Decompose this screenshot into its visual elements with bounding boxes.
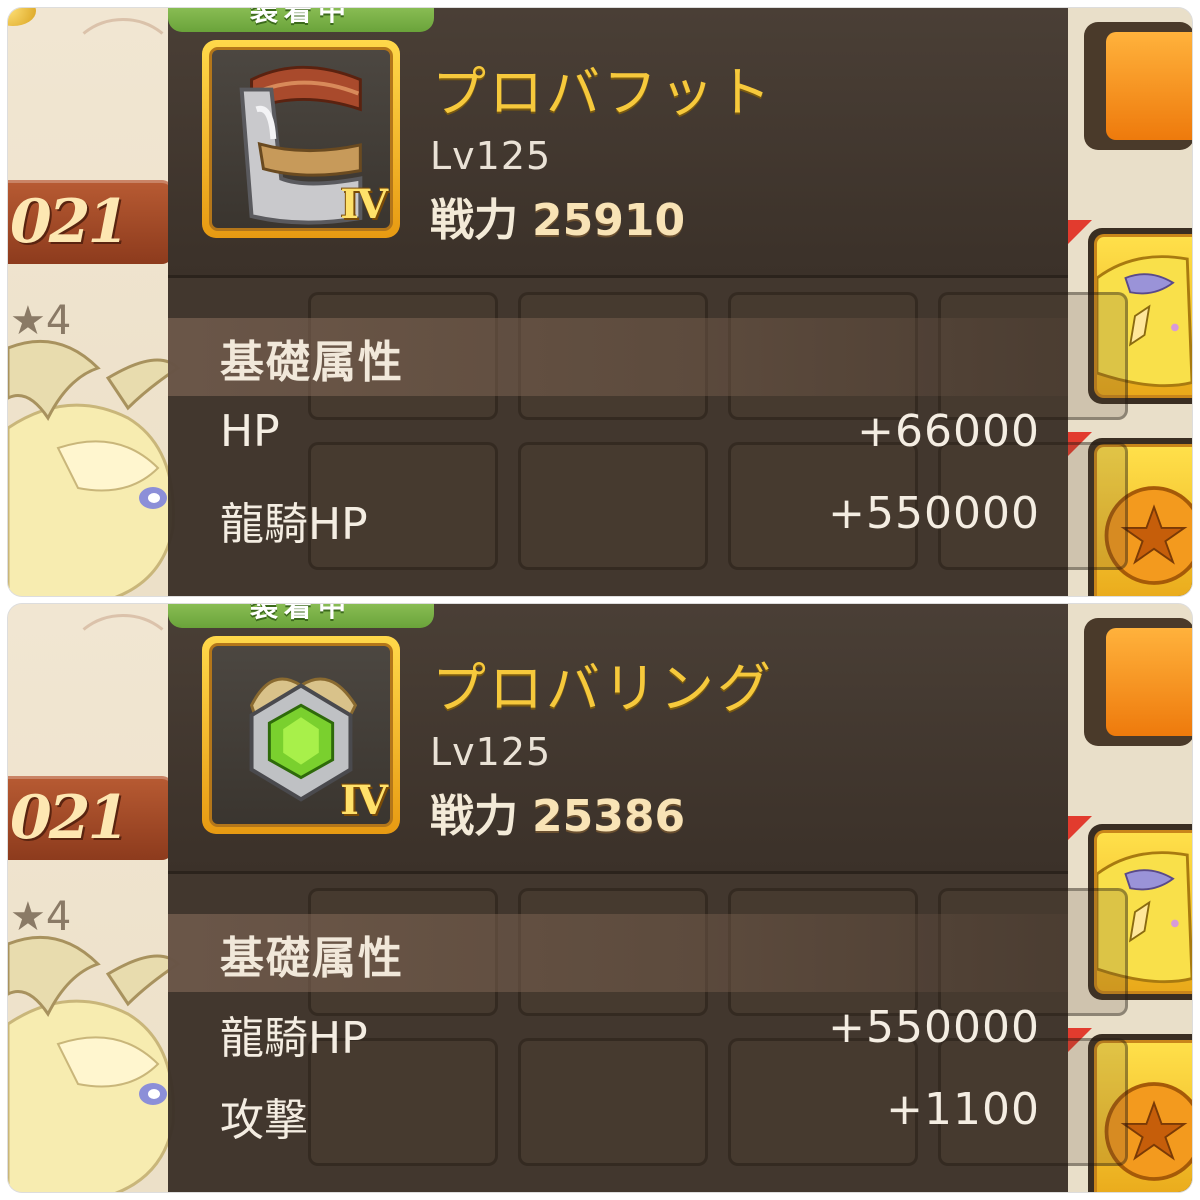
dragon-creature-icon <box>8 339 181 596</box>
stat-value: +550000 <box>828 1002 1040 1053</box>
section-title: 基礎属性 <box>220 337 404 388</box>
item-name: プロバリング <box>432 657 774 720</box>
power-value: 25386 <box>532 791 686 842</box>
power-row: 戦力 25386 <box>430 780 685 844</box>
item-level: Lv125 <box>430 134 552 178</box>
item-name: プロバフット <box>432 61 774 124</box>
orange-side-button[interactable] <box>1084 618 1192 746</box>
stat-row: 攻撃 +1100 <box>220 1084 1040 1146</box>
stat-label: 攻撃 <box>220 1095 308 1146</box>
dragon-creature-icon <box>8 935 181 1192</box>
item-detail-tooltip: 装着中 IV プロバフット Lv125 戦力 25910 基礎属性 HP +66… <box>168 8 1128 596</box>
stat-value: +66000 <box>857 406 1040 457</box>
item-level: Lv125 <box>430 730 552 774</box>
background-left: 021 ★4 <box>8 604 181 1192</box>
equipped-badge: 装着中 <box>168 604 434 628</box>
equipped-badge: 装着中 <box>168 8 434 32</box>
power-row: 戦力 25910 <box>430 184 685 248</box>
tooltip-body: 基礎属性 HP +66000 龍騎HP +550000 <box>168 282 1128 596</box>
stat-row: 龍騎HP +550000 <box>220 488 1040 550</box>
stat-row: HP +66000 <box>220 406 1040 466</box>
power-label: 戦力 <box>430 791 518 842</box>
stat-label: 龍騎HP <box>220 1013 368 1064</box>
stat-value: +1100 <box>886 1084 1040 1135</box>
power-label: 戦力 <box>430 195 518 246</box>
power-value: 25910 <box>532 195 686 246</box>
background-left: 021 ★4 <box>8 8 181 596</box>
tooltip-body: 基礎属性 龍騎HP +550000 攻撃 +1100 <box>168 878 1128 1192</box>
item-tooltip-panel-1: 021 ★4 装着中 IV プロバフット Lv125 戦力 25910 基礎属性… <box>8 8 1192 596</box>
stat-label: HP <box>220 406 280 457</box>
tier-badge: IV <box>340 181 388 228</box>
section-title: 基礎属性 <box>220 933 404 984</box>
decorative-arc <box>68 18 178 108</box>
tier-badge: IV <box>340 777 388 824</box>
decorative-arc <box>68 614 178 704</box>
item-icon-frame: IV <box>202 40 400 238</box>
orange-side-button[interactable] <box>1084 22 1192 150</box>
tooltip-header: 装着中 IV プロバフット Lv125 戦力 25910 <box>168 8 1068 278</box>
year-ribbon: 021 <box>8 776 172 860</box>
stat-label: 龍騎HP <box>220 499 368 550</box>
stat-row: 龍騎HP +550000 <box>220 1002 1040 1064</box>
coin-icon <box>8 8 36 26</box>
year-ribbon: 021 <box>8 180 172 264</box>
item-tooltip-panel-2: 021 ★4 装着中 IV プロバリング Lv125 戦力 25386 基礎属性… <box>8 604 1192 1192</box>
tooltip-header: 装着中 IV プロバリング Lv125 戦力 25386 <box>168 604 1068 874</box>
item-icon-frame: IV <box>202 636 400 834</box>
item-detail-tooltip: 装着中 IV プロバリング Lv125 戦力 25386 基礎属性 龍騎HP +… <box>168 604 1128 1192</box>
stat-value: +550000 <box>828 488 1040 539</box>
